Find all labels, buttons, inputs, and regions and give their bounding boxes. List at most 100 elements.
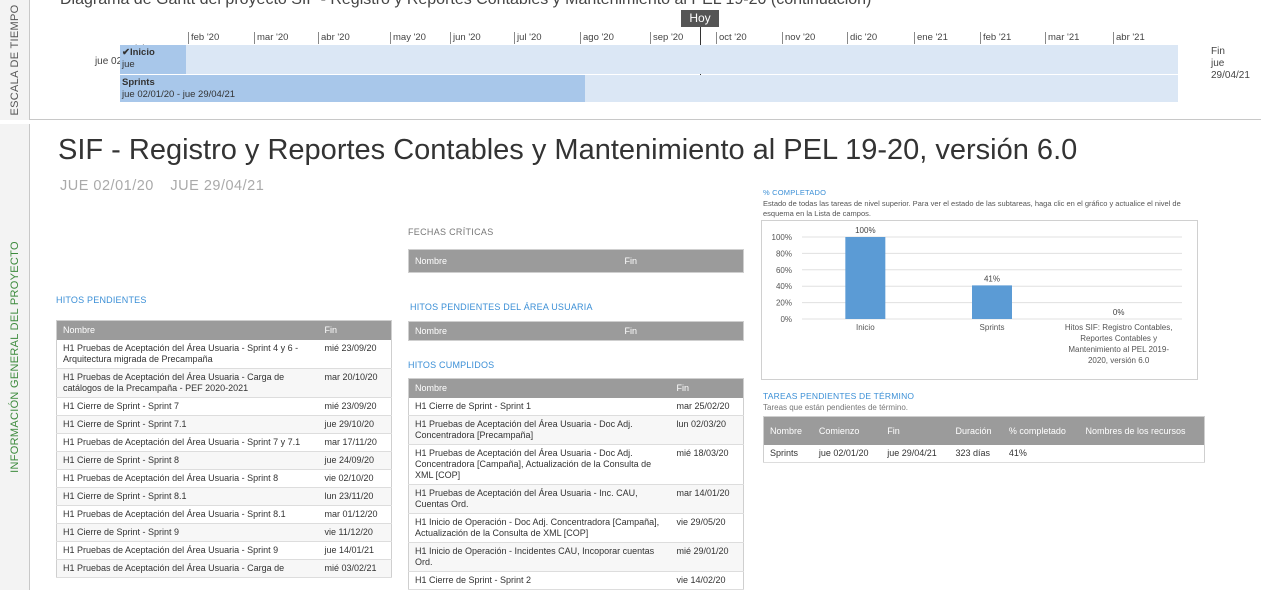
- table-cell: 323 días: [949, 444, 1003, 463]
- table-cell: jue 14/01/21: [318, 541, 392, 560]
- timeline-strip-label: ESCALA DE TIEMPO: [8, 4, 21, 116]
- chart-bar[interactable]: [972, 285, 1012, 319]
- table-row[interactable]: H1 Cierre de Sprint - Sprint 1 mar 25/02/…: [408, 397, 744, 416]
- col-header-end: Fin: [618, 249, 744, 273]
- table-row[interactable]: H1 Pruebas de Aceptación del Área Usuari…: [56, 433, 392, 452]
- pending-tasks-description: Tareas que están pendientes de término.: [763, 403, 908, 412]
- chart-bar[interactable]: [845, 237, 886, 319]
- table-cell: mié 03/02/21: [318, 559, 392, 578]
- chart-y-tick-label: 100%: [772, 233, 792, 242]
- col-header: Comienzo: [812, 416, 882, 445]
- scale-tick: [716, 32, 717, 44]
- percent-complete-chart[interactable]: 100% 80% 60% 40% 20% 0% 100% 41% 0% Inicio Sprints…: [761, 220, 1198, 380]
- table-row[interactable]: Sprints jue 02/01/20 jue 29/04/21 323 días 4…: [763, 444, 1205, 463]
- project-info-panel: SIF - Registro y Reportes Contables y Ma…: [30, 124, 1261, 590]
- table-row[interactable]: H1 Cierre de Sprint - Sprint 8.1 lun 23/1…: [56, 487, 392, 506]
- table-cell: mar 14/01/20: [670, 484, 744, 514]
- table-cell: vie 02/10/20: [318, 469, 392, 488]
- chart-y-tick-label: 20%: [776, 299, 792, 308]
- scale-month-label: abr '20: [321, 32, 350, 43]
- table-cell: H1 Cierre de Sprint - Sprint 7: [56, 397, 319, 416]
- table-cell: H1 Pruebas de Aceptación del Área Usuari…: [56, 469, 319, 488]
- project-end-date: JUE 29/04/21: [170, 178, 265, 194]
- scale-month-label: mar '21: [1048, 32, 1080, 43]
- col-header: % completado: [1002, 416, 1080, 445]
- table-row[interactable]: H1 Pruebas de Aceptación del Área Usuari…: [56, 541, 392, 560]
- timeline-task-dates: jue 02/01/20 - jue 29/04/21: [122, 89, 236, 100]
- scale-month-label: oct '20: [719, 32, 747, 43]
- timeline-milestone-name: ✔Inicio: [122, 47, 155, 58]
- chart-data-label: 41%: [984, 274, 1000, 283]
- chart-y-tick-label: 80%: [776, 249, 792, 258]
- table-cell: lun 02/03/20: [670, 415, 744, 445]
- scale-month-label: jun '20: [453, 32, 481, 43]
- scale-month-label: jul '20: [517, 32, 542, 43]
- table-row[interactable]: H1 Inicio de Operación - Incidentes CAU,…: [408, 542, 744, 572]
- table-cell: H1 Cierre de Sprint - Sprint 7.1: [56, 415, 319, 434]
- table-cell: H1 Cierre de Sprint - Sprint 2: [408, 571, 671, 590]
- chart-category-label: Sprints: [980, 323, 1005, 332]
- table-row[interactable]: H1 Pruebas de Aceptación del Área Usuari…: [56, 559, 392, 578]
- scale-month-label: ene '21: [917, 32, 948, 43]
- table-cell: 41%: [1002, 444, 1080, 463]
- table-cell: jue 29/10/20: [318, 415, 392, 434]
- table-cell: H1 Pruebas de Aceptación del Área Usuari…: [56, 339, 319, 369]
- col-header: Nombre: [763, 416, 813, 445]
- timeline-end: Fin jue 29/04/21: [1211, 46, 1261, 82]
- timeline-end-label: Fin: [1211, 46, 1225, 57]
- timeline-track-milestone: [150, 45, 1178, 74]
- table-row[interactable]: H1 Cierre de Sprint - Sprint 7 mié 23/09/…: [56, 397, 392, 416]
- project-info-side-strip: INFORMACIÓN GENERAL DEL PROYECTO: [0, 124, 30, 590]
- table-cell: H1 Cierre de Sprint - Sprint 1: [408, 397, 671, 416]
- scale-month-label: sep '20: [653, 32, 684, 43]
- scale-month-label: ago '20: [583, 32, 614, 43]
- table-row[interactable]: H1 Cierre de Sprint - Sprint 9 vie 11/12/…: [56, 523, 392, 542]
- scale-month-label: mar '20: [257, 32, 289, 43]
- timeline-panel[interactable]: Hoy feb '20 mar '20 abr '20 may '20 jun '20 j…: [30, 0, 1261, 120]
- project-dates: JUE 02/01/20 JUE 29/04/21: [60, 178, 264, 194]
- timeline-task-name: Sprints: [122, 77, 155, 88]
- table-row[interactable]: H1 Pruebas de Aceptación del Área Usuari…: [56, 469, 392, 488]
- table-row[interactable]: H1 Pruebas de Aceptación del Área Usuari…: [56, 505, 392, 524]
- table-row[interactable]: H1 Pruebas de Aceptación del Área Usuari…: [408, 415, 744, 445]
- today-marker-label: Hoy: [681, 10, 719, 27]
- table-cell: mié 23/09/20: [318, 339, 392, 369]
- scale-tick: [1045, 32, 1046, 44]
- table-cell: H1 Pruebas de Aceptación del Área Usuari…: [408, 415, 671, 445]
- chart-y-tick-label: 0%: [780, 315, 792, 324]
- table-cell: mar 20/10/20: [318, 368, 392, 398]
- table-cell: mié 18/03/20: [670, 444, 744, 485]
- scale-tick: [914, 32, 915, 44]
- pending-tasks-table: Nombre Comienzo Fin Duración% completado Nom…: [763, 416, 1205, 463]
- user-area-milestones-label: HITOS PENDIENTES DEL ÁREA USUARIA: [410, 302, 593, 312]
- timeline-end-date: jue 29/04/21: [1211, 58, 1250, 81]
- table-row[interactable]: H1 Pruebas de Aceptación del Área Usuari…: [408, 444, 744, 485]
- scale-tick: [188, 32, 189, 44]
- table-row[interactable]: H1 Cierre de Sprint - Sprint 8 jue 24/09/…: [56, 451, 392, 470]
- table-row[interactable]: H1 Pruebas de Aceptación del Área Usuari…: [56, 368, 392, 398]
- table-cell: mar 01/12/20: [318, 505, 392, 524]
- table-cell: mié 29/01/20: [670, 542, 744, 572]
- chart-y-tick-label: 60%: [776, 266, 792, 275]
- table-cell: jue 24/09/20: [318, 451, 392, 470]
- table-cell: vie 11/12/20: [318, 523, 392, 542]
- critical-dates-table: Nombre Fin: [408, 249, 744, 273]
- timeline-milestone-date: jue: [122, 59, 135, 70]
- scale-tick: [980, 32, 981, 44]
- table-row[interactable]: H1 Cierre de Sprint - Sprint 7.1 jue 29/1…: [56, 415, 392, 434]
- chart-data-label: 100%: [855, 226, 875, 235]
- scale-month-label: feb '20: [191, 32, 220, 43]
- table-cell: H1 Pruebas de Aceptación del Área Usuari…: [408, 484, 671, 514]
- table-cell: vie 14/02/20: [670, 571, 744, 590]
- percent-complete-chart-svg: 100% 80% 60% 40% 20% 0% 100% 41% 0% Inicio Sprints…: [772, 226, 1182, 365]
- table-cell: vie 29/05/20: [670, 513, 744, 543]
- table-row[interactable]: H1 Pruebas de Aceptación del Área Usuari…: [56, 339, 392, 369]
- table-row[interactable]: H1 Inicio de Operación - Doc Adj. Concen…: [408, 513, 744, 543]
- table-row[interactable]: H1 Pruebas de Aceptación del Área Usuari…: [408, 484, 744, 514]
- table-row[interactable]: H1 Cierre de Sprint - Sprint 2 vie 14/02/…: [408, 571, 744, 590]
- table-cell: mar 17/11/20: [318, 433, 392, 452]
- pending-milestones-label: HITOS PENDIENTES: [56, 295, 147, 305]
- completed-milestones-label: HITOS CUMPLIDOS: [408, 360, 495, 370]
- chart-y-tick-label: 40%: [776, 282, 792, 291]
- pending-tasks-label: TAREAS PENDIENTES DE TÉRMINO: [763, 391, 915, 401]
